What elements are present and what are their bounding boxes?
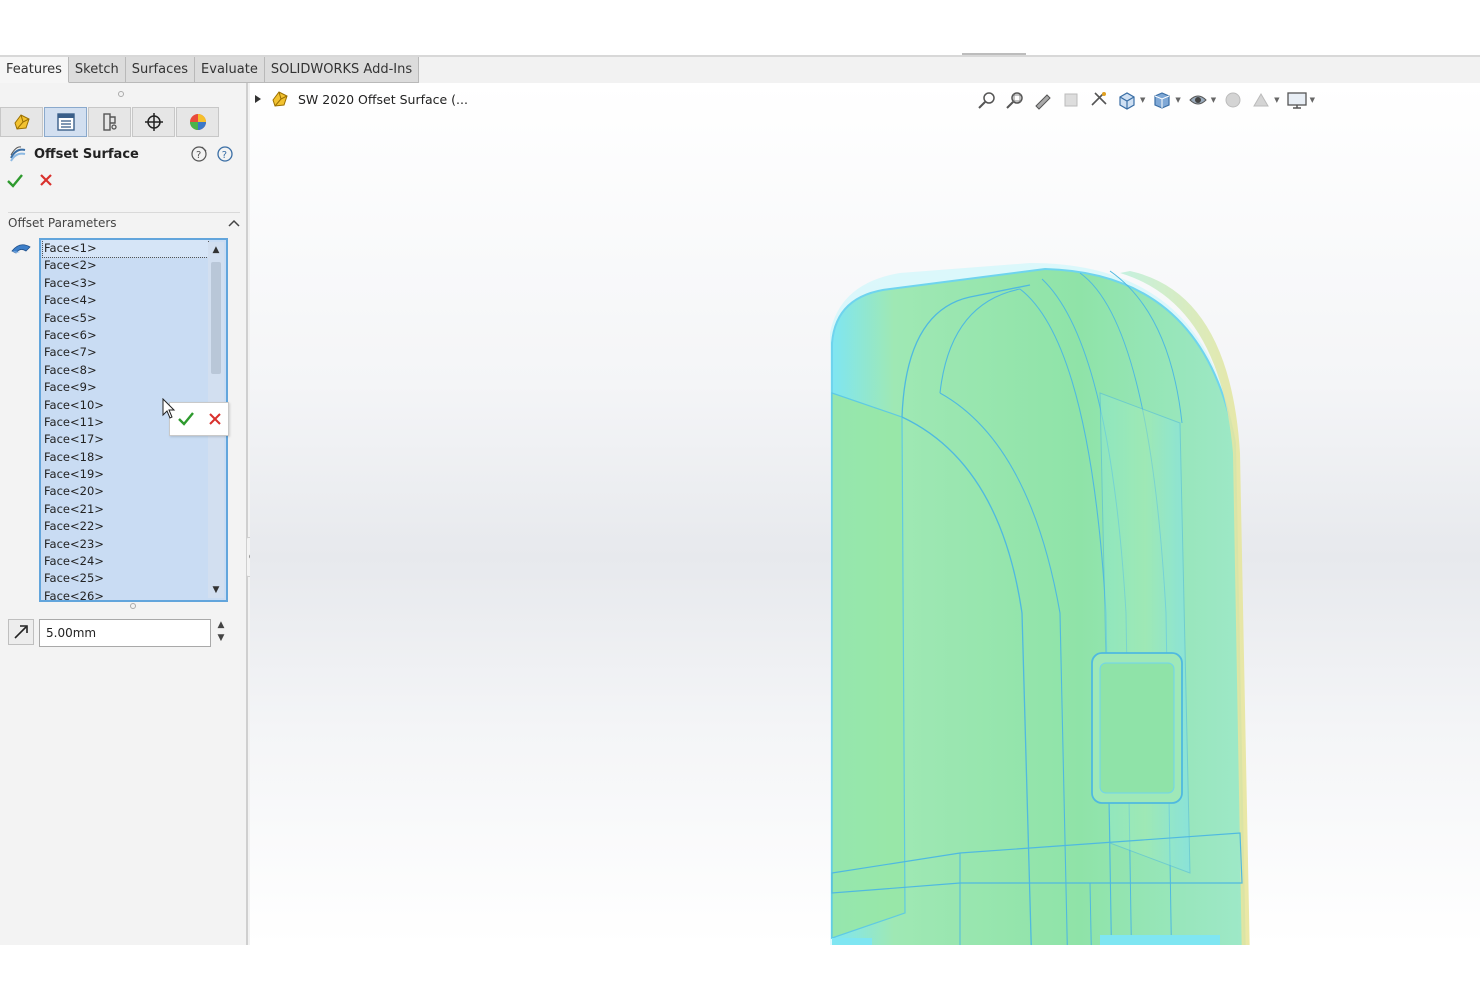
list-item[interactable]: Face<8> bbox=[43, 362, 208, 379]
chevron-down-icon[interactable]: ▼ bbox=[1274, 96, 1279, 104]
help-icon[interactable]: ? bbox=[216, 145, 234, 163]
close-icon[interactable] bbox=[38, 172, 54, 188]
display-manager-tab[interactable] bbox=[176, 107, 219, 137]
crosshair-icon bbox=[144, 113, 163, 131]
list-item[interactable]: Face<24> bbox=[43, 553, 208, 570]
3d-model-offset-surface[interactable] bbox=[810, 193, 1270, 945]
top-margin bbox=[0, 0, 1480, 56]
dimxpert-manager-tab[interactable] bbox=[132, 107, 175, 137]
tab-evaluate[interactable]: Evaluate bbox=[195, 57, 265, 83]
list-item[interactable]: Face<5> bbox=[43, 310, 208, 327]
list-item[interactable]: Face<1> bbox=[42, 240, 209, 259]
section-title: Offset Parameters bbox=[8, 215, 117, 230]
mouse-cursor-icon bbox=[162, 398, 176, 419]
offset-parameters-header[interactable]: Offset Parameters bbox=[8, 212, 240, 230]
heads-up-toolbar: ▼ ▼ ▼ ▼ ▼ bbox=[976, 89, 1315, 111]
select-surface-icon bbox=[10, 239, 32, 264]
selection-confirm-popup bbox=[169, 402, 229, 436]
appearance-icon bbox=[189, 114, 206, 130]
manager-tabs bbox=[0, 107, 220, 137]
scroll-down-icon[interactable]: ▼ bbox=[210, 584, 222, 596]
part-name: SW 2020 Offset Surface (... bbox=[298, 91, 468, 107]
close-icon[interactable] bbox=[208, 412, 222, 426]
bottom-margin bbox=[0, 945, 1480, 987]
list-item[interactable]: Face<18> bbox=[43, 449, 208, 466]
list-item[interactable]: Face<3> bbox=[43, 275, 208, 292]
list-item[interactable]: Face<2> bbox=[43, 257, 208, 274]
configuration-manager-tab[interactable] bbox=[88, 107, 131, 137]
chevron-up-icon[interactable] bbox=[228, 218, 240, 228]
feature-title: Offset Surface bbox=[34, 146, 139, 162]
property-manager-panel: Offset Surface ? ? Offset Parameters Fac… bbox=[0, 83, 248, 945]
chevron-down-icon[interactable]: ▼ bbox=[1310, 96, 1315, 104]
apply-scene-icon[interactable] bbox=[1250, 89, 1272, 111]
dynamic-annotation-icon[interactable] bbox=[1088, 89, 1110, 111]
feature-header: Offset Surface ? ? bbox=[8, 143, 240, 165]
spin-down-icon[interactable]: ▼ bbox=[215, 632, 227, 645]
list-item[interactable]: Face<26> bbox=[43, 588, 208, 600]
list-item[interactable]: Face<7> bbox=[43, 344, 208, 361]
property-manager-tab[interactable] bbox=[44, 107, 87, 137]
list-item[interactable]: Face<9> bbox=[43, 379, 208, 396]
chevron-down-icon[interactable]: ▼ bbox=[1140, 96, 1145, 104]
ok-cancel-buttons bbox=[6, 172, 54, 190]
part-icon bbox=[13, 114, 30, 130]
offset-surface-icon bbox=[10, 146, 26, 162]
list-item[interactable]: Face<22> bbox=[43, 518, 208, 535]
offset-distance-row: ▲ ▼ bbox=[8, 619, 240, 649]
part-icon bbox=[272, 91, 288, 107]
solidworks-window: Features Sketch Surfaces Evaluate SOLIDW… bbox=[0, 57, 1480, 945]
check-icon[interactable] bbox=[177, 411, 195, 427]
reverse-direction-icon bbox=[14, 625, 28, 639]
svg-text:?: ? bbox=[196, 150, 201, 161]
list-item[interactable]: Face<6> bbox=[43, 327, 208, 344]
list-item[interactable]: Face<4> bbox=[43, 292, 208, 309]
command-manager-tabs: Features Sketch Surfaces Evaluate SOLIDW… bbox=[0, 57, 420, 83]
svg-text:?: ? bbox=[222, 150, 227, 161]
view-settings-icon[interactable] bbox=[1286, 89, 1308, 111]
list-item[interactable]: Face<23> bbox=[43, 536, 208, 553]
chevron-down-icon[interactable]: ▼ bbox=[1211, 96, 1216, 104]
expand-arrow-icon[interactable] bbox=[254, 94, 262, 104]
list-item[interactable]: Face<25> bbox=[43, 570, 208, 587]
view-orientation-icon[interactable] bbox=[1116, 89, 1138, 111]
previous-view-icon[interactable] bbox=[1032, 89, 1054, 111]
distance-spinner[interactable]: ▲ ▼ bbox=[215, 619, 227, 647]
chevron-down-icon[interactable]: ▼ bbox=[1175, 96, 1180, 104]
whats-wrong-icon[interactable]: ? bbox=[190, 145, 208, 163]
edit-appearance-icon[interactable] bbox=[1222, 89, 1244, 111]
tab-sketch[interactable]: Sketch bbox=[68, 57, 126, 83]
help-icons: ? ? bbox=[190, 145, 234, 163]
check-icon[interactable] bbox=[6, 172, 24, 190]
zoom-to-fit-icon[interactable] bbox=[976, 89, 998, 111]
top-divider-accent bbox=[962, 53, 1026, 55]
tab-solidworks-add-ins[interactable]: SOLIDWORKS Add-Ins bbox=[264, 57, 420, 83]
tab-surfaces[interactable]: Surfaces bbox=[125, 57, 196, 83]
panel-grip[interactable] bbox=[118, 91, 124, 97]
scroll-up-icon[interactable]: ▲ bbox=[210, 244, 222, 256]
list-resize-grip[interactable] bbox=[130, 603, 136, 609]
surface-select-icon bbox=[11, 244, 31, 254]
graphics-area[interactable]: SW 2020 Offset Surface (... ▼ ▼ ▼ ▼ ▼ bbox=[250, 83, 1480, 945]
display-style-icon[interactable] bbox=[1151, 89, 1173, 111]
scroll-thumb[interactable] bbox=[211, 262, 221, 374]
list-item[interactable]: Face<19> bbox=[43, 466, 208, 483]
list-item[interactable]: Face<21> bbox=[43, 501, 208, 518]
zoom-to-area-icon[interactable] bbox=[1004, 89, 1026, 111]
flyout-feature-tree[interactable]: SW 2020 Offset Surface (... bbox=[254, 89, 468, 109]
offset-distance-input[interactable] bbox=[39, 619, 211, 647]
spin-up-icon[interactable]: ▲ bbox=[215, 619, 227, 632]
feature-manager-tab[interactable] bbox=[0, 107, 43, 137]
property-list-icon bbox=[56, 113, 75, 131]
reverse-direction-button[interactable] bbox=[8, 619, 34, 645]
section-view-icon[interactable] bbox=[1060, 89, 1082, 111]
tab-features[interactable]: Features bbox=[0, 57, 69, 83]
list-item[interactable]: Face<20> bbox=[43, 483, 208, 500]
hide-show-items-icon[interactable] bbox=[1187, 89, 1209, 111]
configuration-icon bbox=[102, 113, 117, 131]
